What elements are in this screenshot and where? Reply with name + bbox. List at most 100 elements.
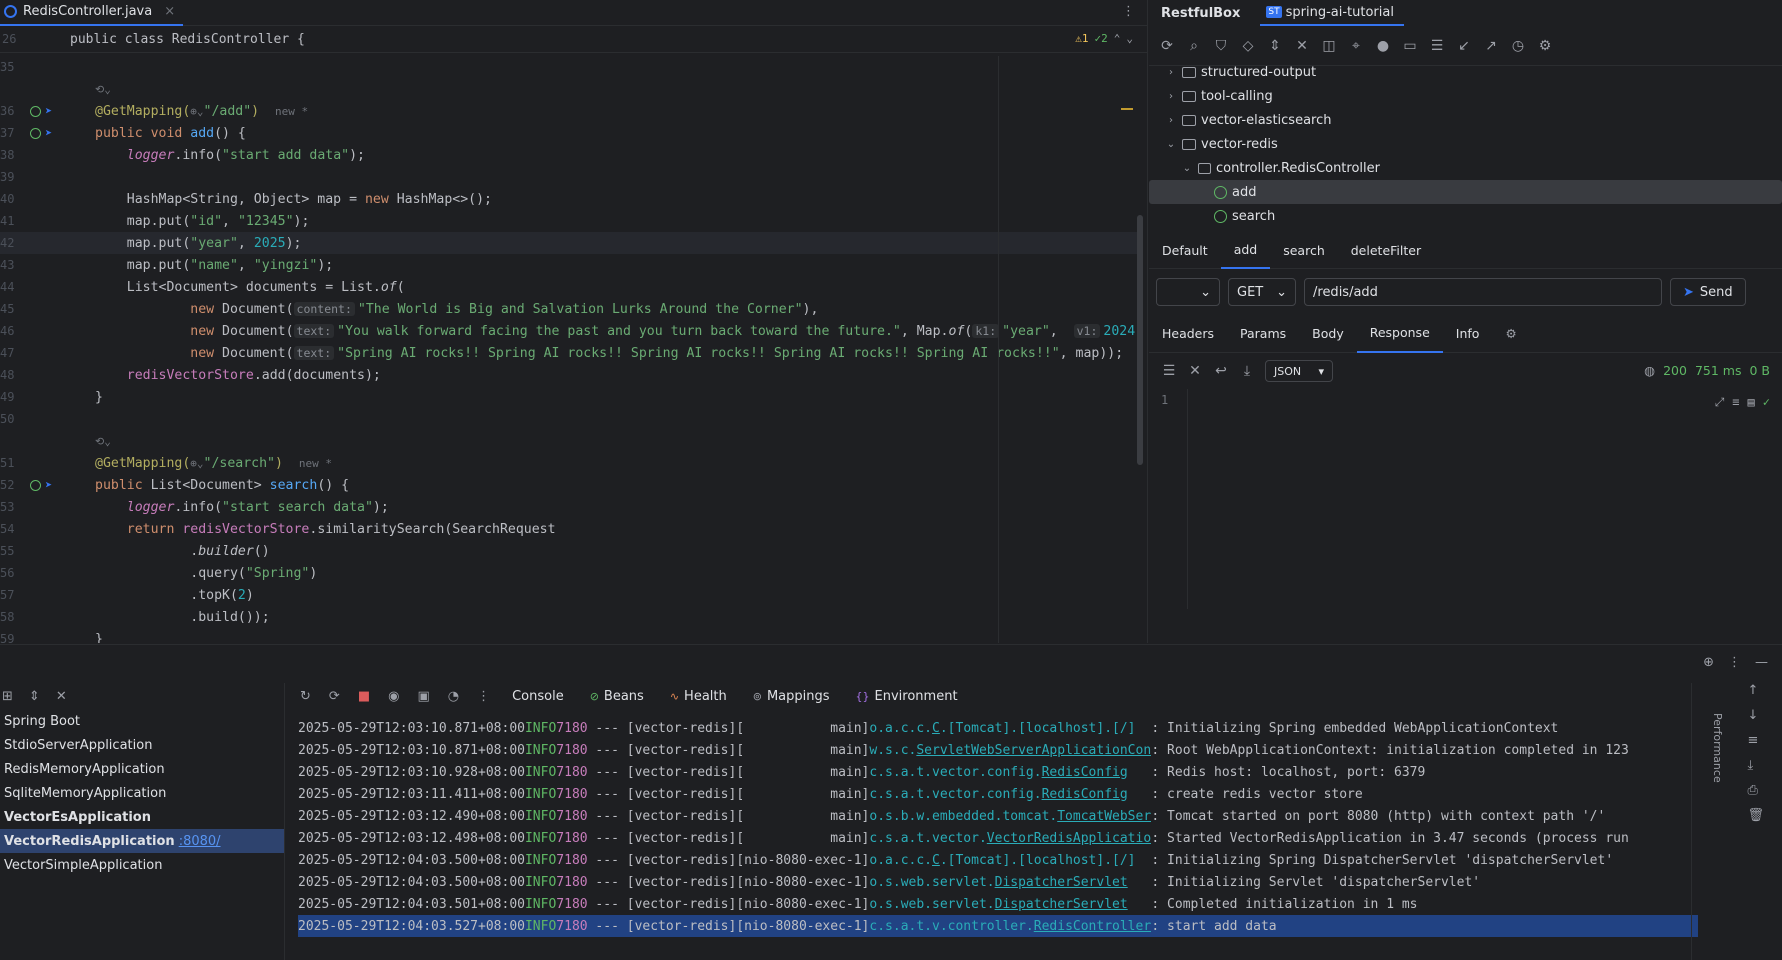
code-line[interactable]: 53 logger.info("start search data"); — [0, 496, 1140, 518]
dump-icon[interactable]: ▣ — [417, 689, 429, 704]
split-view-icon[interactable]: ◫ — [1321, 38, 1337, 54]
target-icon[interactable]: ⊕ — [1703, 655, 1714, 670]
print-icon[interactable]: ⎙ — [1747, 783, 1764, 798]
service-item[interactable]: VectorEsApplication — [0, 805, 284, 829]
log-logger[interactable]: o.a.c.c.C.[Tomcat].[localhost].[/] — [869, 853, 1151, 868]
chevron-icon[interactable]: › — [1165, 67, 1177, 78]
search-icon[interactable]: ⌕ — [1186, 38, 1202, 54]
log-line[interactable]: 2025-05-29T12:03:10.928+08:00 INFO 7180 … — [298, 761, 1698, 783]
tree-node[interactable]: add — [1149, 180, 1782, 204]
log-line[interactable]: 2025-05-29T12:03:12.498+08:00 INFO 7180 … — [298, 827, 1698, 849]
code-line[interactable]: 49} — [0, 386, 1140, 408]
code-line[interactable]: ⟲⌄ — [0, 430, 1140, 452]
locate-icon[interactable]: ⌖ — [1348, 38, 1364, 54]
code-line[interactable]: 51 @GetMapping(⊕⌄"/search") new * — [0, 452, 1140, 474]
rerun-icon[interactable]: ↻ — [300, 689, 311, 704]
code-editor[interactable]: RedisController.java × ⋮ 26 public class… — [0, 0, 1148, 643]
more-icon[interactable]: ⋮ — [1728, 655, 1741, 670]
log-line[interactable]: 2025-05-29T12:03:10.871+08:00 INFO 7180 … — [298, 717, 1698, 739]
code-line[interactable]: 41 map.put("id", "12345"); — [0, 210, 1140, 232]
method-select[interactable]: GET ⌄ — [1228, 278, 1296, 306]
ok-count[interactable]: ✓2 — [1095, 32, 1108, 45]
endpoint-tree[interactable]: › structured-output › tool-calling › vector-e… — [1149, 60, 1782, 233]
bean-method-icon[interactable] — [30, 127, 41, 139]
tree-node[interactable]: › structured-output — [1149, 60, 1782, 84]
code-line[interactable]: 55 .builder() — [0, 540, 1140, 562]
code-line[interactable]: 50 — [0, 408, 1140, 430]
log-line[interactable]: 2025-05-29T12:04:03.500+08:00 INFO 7180 … — [298, 871, 1698, 893]
response-tab[interactable]: Info — [1443, 315, 1493, 353]
code-line[interactable]: 35 — [0, 56, 1140, 78]
inspection-widget[interactable]: ⚠1 ✓2 ⌃ ⌄ — [1075, 32, 1133, 45]
service-item[interactable]: StdioServerApplication — [0, 733, 284, 757]
chevron-icon[interactable]: › — [1165, 91, 1177, 102]
editor-tab-redis-controller[interactable]: RedisController.java × — [0, 0, 184, 26]
service-item[interactable]: Spring Boot — [0, 709, 284, 733]
collapse-all-icon[interactable]: ✕ — [56, 689, 67, 704]
chevron-icon[interactable]: ⌄ — [1181, 163, 1193, 174]
code-line[interactable]: 36 ➤ @GetMapping(⊕⌄"/add") new * — [0, 100, 1140, 122]
more-icon[interactable]: ⋮ — [477, 689, 490, 704]
send-request-icon[interactable]: ➤ — [45, 104, 52, 118]
expand-icon[interactable]: ⤢ — [1715, 395, 1725, 410]
code-line[interactable]: 38 logger.info("start add data"); — [0, 144, 1140, 166]
request-tab[interactable]: add — [1220, 233, 1271, 269]
log-line[interactable]: 2025-05-29T12:03:11.411+08:00 INFO 7180 … — [298, 783, 1698, 805]
add-service-icon[interactable]: ⊞ — [2, 689, 13, 704]
console-tab[interactable]: ⊚ Mappings — [749, 689, 834, 704]
chevron-down-icon[interactable]: ⌄ — [1126, 32, 1133, 45]
tree-node[interactable]: ⌄ vector-redis — [1149, 132, 1782, 156]
log-line[interactable]: 2025-05-29T12:04:03.501+08:00 INFO 7180 … — [298, 893, 1698, 915]
chevron-icon[interactable]: ⌄ — [1165, 139, 1177, 150]
response-tab[interactable]: Body — [1299, 315, 1357, 353]
service-item[interactable]: VectorRedisApplication:8080/ — [0, 829, 284, 853]
log-line[interactable]: 2025-05-29T12:03:10.871+08:00 INFO 7180 … — [298, 739, 1698, 761]
service-item[interactable]: RedisMemoryApplication — [0, 757, 284, 781]
restart-icon[interactable]: ⟳ — [329, 689, 340, 704]
log-logger[interactable]: o.s.web.servlet.DispatcherServlet — [869, 897, 1151, 912]
send-request-icon[interactable]: ➤ — [45, 478, 52, 492]
scroll-down-icon[interactable]: ↓ — [1747, 708, 1764, 723]
code-line[interactable]: 56 .query("Spring") — [0, 562, 1140, 584]
settings-icon[interactable]: ⚙ — [1537, 38, 1553, 54]
wrap-icon[interactable]: ↩ — [1213, 363, 1229, 379]
code-line[interactable]: 45 new Document(content: "The World is Bi… — [0, 298, 1140, 320]
filter-icon[interactable]: ⛉ — [1213, 38, 1229, 54]
code-line[interactable]: 39 — [0, 166, 1140, 188]
response-tab[interactable]: Headers — [1149, 315, 1227, 353]
url-input[interactable] — [1304, 278, 1662, 306]
code-line[interactable]: 47 new Document(text: "Spring AI rocks!! … — [0, 342, 1140, 364]
minimize-icon[interactable]: — — [1755, 655, 1768, 670]
code-line[interactable]: 42 map.put("year", 2025); — [0, 232, 1140, 254]
tree-node[interactable]: ⌄ controller.RedisController — [1149, 156, 1782, 180]
tree-node[interactable]: › vector-elasticsearch — [1149, 108, 1782, 132]
log-logger[interactable]: c.s.a.t.vector.config.RedisConfig — [869, 787, 1151, 802]
console-log[interactable]: 2025-05-29T12:03:10.871+08:00 INFO 7180 … — [298, 717, 1698, 953]
console-tab[interactable]: ⊘ Beans — [586, 689, 648, 704]
soft-wrap-icon[interactable]: ≡ — [1732, 395, 1739, 410]
request-tab[interactable]: Default — [1149, 233, 1221, 269]
code-line[interactable]: 57 .topK(2) — [0, 584, 1140, 606]
performance-label[interactable]: Performance — [1711, 713, 1724, 783]
collapse-all-icon[interactable]: ✕ — [1294, 38, 1310, 54]
code-line[interactable]: 59} — [0, 628, 1140, 644]
code-line[interactable]: ⟲⌄ — [0, 78, 1140, 100]
trash-icon[interactable]: 🗑 — [1747, 808, 1764, 823]
log-logger[interactable]: w.s.c.ServletWebServerApplicationContext — [869, 743, 1151, 758]
pin-icon[interactable]: ● — [1375, 38, 1391, 54]
log-line[interactable]: 2025-05-29T12:04:03.527+08:00 INFO 7180 … — [298, 915, 1698, 937]
response-tab[interactable]: Params — [1227, 315, 1299, 353]
stop-icon[interactable]: ■ — [358, 689, 370, 704]
services-tree[interactable]: ⊞ ⇕ ✕ Spring Boot StdioServerApplication R… — [0, 683, 285, 960]
window-icon[interactable]: ▭ — [1402, 38, 1418, 54]
console-tab[interactable]: ∿ Health — [666, 689, 731, 704]
send-button[interactable]: ➤ Send — [1670, 278, 1746, 306]
code-line[interactable]: 44 List<Document> documents = List.of( — [0, 276, 1140, 298]
more-icon[interactable]: ⋮ — [1122, 4, 1135, 19]
log-logger[interactable]: o.a.c.c.C.[Tomcat].[localhost].[/] — [869, 721, 1151, 736]
scroll-up-icon[interactable]: ↑ — [1747, 683, 1764, 698]
settings-icon[interactable]: ⚙ — [1492, 315, 1529, 353]
code-line[interactable]: 54 return redisVectorStore.similaritySea… — [0, 518, 1140, 540]
expand-all-icon[interactable]: ⇕ — [1267, 38, 1283, 54]
format-select[interactable]: JSON ▾ — [1265, 360, 1333, 382]
